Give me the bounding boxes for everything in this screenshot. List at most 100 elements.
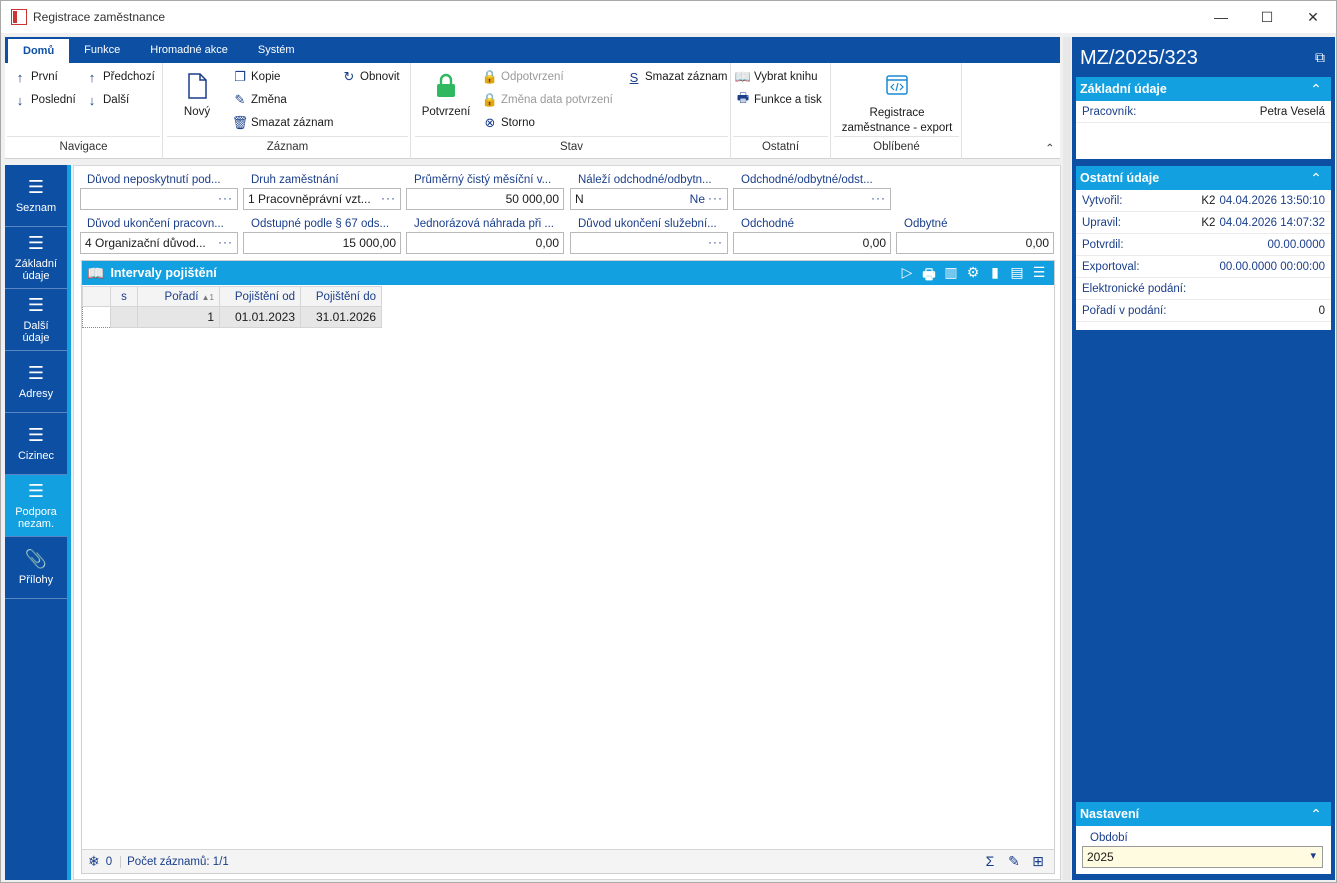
info-label: Potvrdil:: [1082, 238, 1124, 251]
confirm-button[interactable]: Potvrzení: [417, 73, 475, 118]
edit-button[interactable]: ✎ Změna: [233, 92, 287, 107]
one-time-compensation-field[interactable]: 0,00: [406, 232, 564, 254]
field-value: 0,00: [862, 236, 886, 250]
code-window-icon: [886, 75, 908, 95]
field-value: 15 000,00: [342, 236, 396, 250]
ellipsis-icon[interactable]: ···: [218, 235, 233, 249]
print-functions-label: Funkce a tisk: [754, 94, 822, 106]
book-icon: 📖: [734, 69, 752, 84]
select-book-button[interactable]: 📖 Vybrat knihu: [734, 69, 818, 84]
tab-funkce[interactable]: Funkce: [69, 37, 135, 63]
ellipsis-icon[interactable]: ···: [871, 191, 886, 205]
info-value: 00.00.0000 00:00:00: [1219, 260, 1325, 273]
minimize-button[interactable]: —: [1198, 1, 1244, 33]
nav-prilohy[interactable]: 📎 Přílohy: [5, 537, 67, 599]
table-cell: 31.01.2026: [300, 306, 382, 328]
previous-button[interactable]: ↑ Předchozí: [85, 70, 155, 85]
tab-system[interactable]: Systém: [243, 37, 310, 63]
registration-export-button[interactable]: Registrace zaměstnance - export: [832, 73, 962, 136]
tab-hromadne-akce[interactable]: Hromadné akce: [135, 37, 243, 63]
nav-label: Podpora: [15, 505, 57, 518]
odchodne-field[interactable]: 0,00: [733, 232, 891, 254]
last-button[interactable]: ↓ Poslední: [13, 93, 76, 108]
field-value: 0,00: [535, 236, 559, 250]
collapse-icon[interactable]: ⌃: [1301, 802, 1331, 826]
field-label: Druh zaměstnání: [251, 174, 339, 186]
play-icon[interactable]: ▷: [896, 264, 918, 288]
copy-button[interactable]: ❐ Kopie: [233, 69, 281, 84]
filter-icon[interactable]: ⚙: [962, 264, 984, 288]
severance-67-field[interactable]: 15 000,00: [243, 232, 401, 254]
info-row: Exportoval: 00.00.0000 00:00:00: [1076, 256, 1331, 278]
info-label: Exportoval:: [1082, 260, 1140, 273]
ribbon-tabs: Domů Funkce Hromadné akce Systém: [5, 37, 1060, 63]
nav-podpora-nezam[interactable]: ☰ Podpora nezam.: [5, 475, 67, 537]
title-bar: Registrace zaměstnance — ☐ ✕: [1, 1, 1336, 33]
storno-button[interactable]: ⊗ Storno: [483, 115, 535, 130]
delete-state-button[interactable]: S Smazat záznam: [627, 70, 728, 85]
maximize-button[interactable]: ☐: [1244, 1, 1290, 33]
table-row[interactable]: 1 01.01.2023 31.01.2026: [82, 306, 382, 328]
next-button[interactable]: ↓ Další: [85, 93, 129, 108]
ellipsis-icon[interactable]: ···: [708, 235, 723, 249]
record-count: Počet záznamů: 1/1: [120, 855, 229, 868]
odbytne-field[interactable]: 0,00: [896, 232, 1054, 254]
nav-adresy[interactable]: ☰ Adresy: [5, 351, 67, 413]
nav-cizinec[interactable]: ☰ Cizinec: [5, 413, 67, 475]
tab-domu[interactable]: Domů: [8, 39, 70, 63]
excel-export-icon[interactable]: ▤: [1006, 264, 1028, 288]
employment-type-field[interactable]: 1 Pracovněprávní vzt... ···: [243, 188, 401, 210]
menu-icon[interactable]: ☰: [1028, 264, 1050, 288]
columns-icon[interactable]: ▮: [984, 264, 1006, 288]
info-user: K2: [1201, 194, 1216, 207]
nav-seznam[interactable]: ☰ Seznam: [5, 165, 67, 227]
info-label: Pořadí v podání:: [1082, 304, 1167, 317]
popout-icon[interactable]: ⧉: [1315, 49, 1325, 66]
nav-zakladni-udaje[interactable]: ☰ Základní údaje: [5, 227, 67, 289]
dropdown-icon[interactable]: ▾: [1310, 849, 1316, 862]
edit-icon[interactable]: ✎: [1002, 853, 1026, 870]
refresh-button[interactable]: ↻ Obnovit: [342, 69, 400, 84]
info-row: Pracovník: Petra Veselá: [1076, 101, 1331, 123]
ellipsis-icon[interactable]: ···: [708, 191, 723, 205]
column-header-poradi[interactable]: Pořadí ▲1: [137, 286, 220, 307]
frozen-count: 0: [105, 855, 113, 868]
close-button[interactable]: ✕: [1290, 1, 1336, 33]
printer-icon[interactable]: 🖶: [918, 264, 940, 288]
list-icon: ☰: [27, 294, 45, 315]
ellipsis-icon[interactable]: ···: [218, 191, 233, 205]
add-record-icon[interactable]: ⊞: [1026, 853, 1050, 870]
period-select[interactable]: 2025 ▾: [1082, 846, 1323, 868]
confirm-label: Potvrzení: [421, 106, 471, 118]
nav-label: Cizinec: [17, 449, 55, 462]
column-header[interactable]: Pojištění do: [300, 286, 382, 307]
copy-label: Kopie: [251, 71, 281, 83]
termination-reason-field[interactable]: 4 Organizační důvod... ···: [80, 232, 238, 254]
unconfirm-button[interactable]: 🔒 Odpotvrzení: [482, 69, 564, 84]
print-functions-button[interactable]: 🖶 Funkce a tisk: [736, 90, 822, 107]
change-confirm-date-button[interactable]: 🔒 Změna data potvrzení: [482, 92, 613, 107]
collapse-ribbon-button[interactable]: ⌃: [1045, 141, 1055, 155]
reason-not-provided-field[interactable]: ···: [80, 188, 238, 210]
delete-record-button[interactable]: 🗑 Smazat záznam: [232, 115, 334, 130]
avg-net-income-field[interactable]: 50 000,00: [406, 188, 564, 210]
info-row: Pořadí v podání: 0: [1076, 300, 1331, 322]
severance-type-field[interactable]: ···: [733, 188, 891, 210]
collapse-icon[interactable]: ⌃: [1301, 166, 1331, 190]
first-button[interactable]: ↑ První: [13, 70, 58, 85]
panel-title: Ostatní údaje: [1080, 171, 1160, 185]
collapse-icon[interactable]: ⌃: [1301, 77, 1331, 101]
column-header[interactable]: s: [110, 286, 138, 307]
snowflake-icon[interactable]: ❄: [88, 853, 100, 870]
grid-header: 📖 Intervaly pojištění ▷ 🖶 ▥ ⚙ ▮ ▤ ☰: [82, 261, 1054, 285]
ellipsis-icon[interactable]: ···: [381, 191, 396, 205]
nav-dalsi-udaje[interactable]: ☰ Další údaje: [5, 289, 67, 351]
pane-splitter[interactable]: [1063, 37, 1071, 880]
column-header[interactable]: Pojištění od: [219, 286, 301, 307]
service-termination-reason-field[interactable]: ···: [570, 232, 728, 254]
row-selector[interactable]: [82, 306, 111, 328]
severance-entitled-field[interactable]: N Ne ···: [570, 188, 728, 210]
sum-icon[interactable]: Σ: [978, 853, 1002, 870]
new-button[interactable]: Nový: [177, 73, 217, 118]
chart-icon[interactable]: ▥: [940, 264, 962, 288]
